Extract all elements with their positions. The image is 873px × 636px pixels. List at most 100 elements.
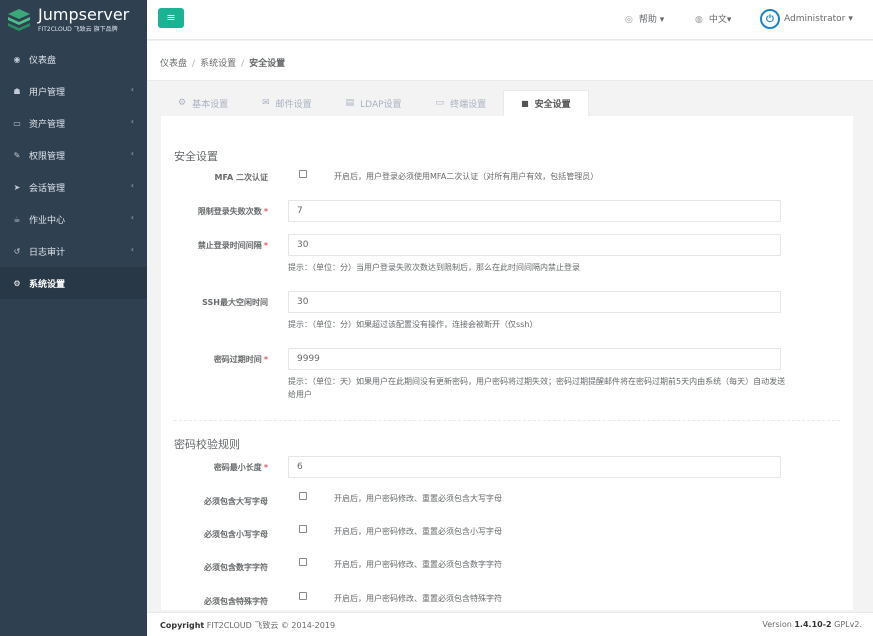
number-label: 必须包含数字字符 (204, 563, 268, 572)
pwd-expire-label: 密码过期时间 * (213, 355, 268, 364)
number-help-text: 开启后，用户密码修改、重置必须包含数字字符 (334, 560, 502, 569)
ssh-idle-label: SSH最大空闲时间 (202, 298, 268, 307)
language-menu[interactable]: ◍ 中文▾ (695, 12, 731, 25)
topbar: ≡ ◎ 帮助 ▾ ◍ 中文▾ ⏻ Administrator ▾ (147, 0, 873, 40)
version-info: Version 1.4.10-2 GPLv2. (762, 620, 862, 629)
number-checkbox[interactable] (299, 558, 307, 566)
breadcrumb-item-current: 安全设置 (249, 59, 286, 69)
section-divider (174, 420, 840, 421)
breadcrumb: 仪表盘 / 系统设置 / 安全设置 (147, 41, 873, 81)
tab-security[interactable]: ■ 安全设置 (503, 90, 589, 116)
database-icon: ▤ (345, 98, 355, 108)
settings-tabs: ⚙ 基本设置 ✉ 邮件设置 ▤ LDAP设置 ▭ 终端设置 ■ 安全设置 (161, 90, 853, 116)
sidebar-item-label: 权限管理 (29, 151, 66, 162)
mfa-label: MFA 二次认证 (214, 173, 268, 182)
special-label: 必须包含特殊字符 (204, 597, 268, 606)
life-ring-icon: ◎ (625, 15, 633, 25)
users-icon: ☗ (13, 86, 21, 96)
caret-down-icon: ▾ (659, 15, 665, 25)
sidebar-item-label: 日志审计 (29, 247, 66, 258)
tab-label: LDAP设置 (360, 99, 402, 110)
hdd-icon: ▭ (435, 98, 445, 108)
lower-label: 必须包含小写字母 (204, 530, 268, 539)
sidebar-item-audit[interactable]: ↺ 日志审计 ‹ (0, 235, 147, 267)
copyright: Copyright FIT2CLOUD 飞致云 © 2014-2019 (160, 621, 336, 630)
pwd-expire-help: 提示：（单位：天）如果用户在此期间没有更新密码，用户密码将过期失效；密码过期提醒… (288, 377, 786, 399)
lock-icon: ■ (521, 99, 529, 108)
chevron-left-icon: ‹ (130, 85, 134, 94)
sidebar-item-assets[interactable]: ▭ 资产管理 ‹ (0, 107, 147, 139)
login-interval-help: 提示：（单位：分）当用户登录失败次数达到限制后，那么在此时间间隔内禁止登录 (288, 263, 580, 272)
tab-terminal[interactable]: ▭ 终端设置 (419, 90, 504, 116)
tab-label: 终端设置 (450, 99, 487, 110)
edit-icon: ✎ (13, 150, 21, 160)
tab-label: 安全设置 (534, 100, 571, 110)
sidebar-item-label: 系统设置 (29, 279, 66, 290)
ssh-idle-help: 提示：（单位：分）如果超过该配置没有操作，连接会被断开（仅ssh） (288, 320, 538, 329)
login-interval-label: 禁止登录时间间隔 * (197, 241, 268, 250)
login-limit-input[interactable] (288, 200, 781, 222)
ssh-idle-input[interactable] (288, 291, 781, 313)
brand-name: Jumpserver (38, 5, 130, 24)
sidebar-item-label: 会话管理 (29, 183, 66, 194)
login-limit-label: 限制登录失败次数 * (197, 207, 268, 216)
sidebar-item-jobs[interactable]: ☕ 作业中心 ‹ (0, 203, 147, 235)
section-title-security: 安全设置 (174, 150, 218, 163)
breadcrumb-item-settings[interactable]: 系统设置 (200, 59, 236, 69)
upper-checkbox[interactable] (299, 492, 307, 500)
chevron-left-icon: ‹ (130, 117, 134, 126)
lower-help-text: 开启后，用户密码修改、重置必须包含小写字母 (334, 527, 502, 536)
special-checkbox[interactable] (299, 592, 307, 600)
min-length-label: 密码最小长度 * (213, 463, 268, 472)
sidebar-item-settings[interactable]: ⚙ 系统设置 (0, 267, 147, 299)
globe-icon: ◍ (695, 15, 703, 25)
security-settings-form: 安全设置 MFA 二次认证 开启后，用户登录必须使用MFA二次认证（对所有用户有… (161, 116, 853, 610)
breadcrumb-item-dashboard[interactable]: 仪表盘 (160, 59, 187, 69)
tab-label: 基本设置 (192, 99, 229, 110)
chevron-left-icon: ‹ (130, 149, 134, 158)
mfa-help-text: 开启后，用户登录必须使用MFA二次认证（对所有用户有效，包括管理员） (334, 172, 599, 181)
sidebar: Jumpserver FIT2CLOUD 飞致云 旗下品牌 ◉ 仪表盘 ☗ 用户… (0, 0, 147, 636)
login-interval-input[interactable] (288, 234, 781, 256)
tab-email[interactable]: ✉ 邮件设置 (245, 90, 329, 116)
tab-ldap[interactable]: ▤ LDAP设置 (329, 90, 419, 116)
rocket-icon: ➤ (13, 182, 21, 192)
gears-icon: ⚙ (13, 278, 21, 288)
brand-subtitle: FIT2CLOUD 飞致云 旗下品牌 (38, 26, 118, 33)
caret-down-icon: ▾ (726, 15, 732, 25)
footer: Copyright FIT2CLOUD 飞致云 © 2014-2019 Vers… (147, 612, 873, 636)
language-label: 中文 (708, 15, 727, 25)
special-help-text: 开启后，用户密码修改、重置必须包含特殊字符 (334, 594, 502, 603)
min-length-input[interactable] (288, 456, 781, 478)
menu-toggle-button[interactable]: ≡ (158, 8, 184, 28)
sidebar-item-dashboard[interactable]: ◉ 仪表盘 (0, 43, 147, 75)
envelope-icon: ✉ (262, 98, 270, 108)
chevron-left-icon: ‹ (130, 181, 134, 190)
power-icon: ⏻ (760, 9, 780, 29)
sidebar-item-label: 资产管理 (29, 119, 66, 130)
user-menu[interactable]: ⏻ Administrator ▾ (760, 9, 853, 29)
pwd-expire-input[interactable] (288, 348, 781, 370)
history-icon: ↺ (13, 246, 21, 256)
upper-label: 必须包含大写字母 (204, 497, 268, 506)
sidebar-item-label: 作业中心 (29, 215, 66, 226)
mfa-checkbox[interactable] (299, 170, 307, 178)
cubes-icon: ⚙ (178, 98, 187, 108)
sidebar-nav: ◉ 仪表盘 ☗ 用户管理 ‹ ▭ 资产管理 ‹ ✎ 权限管理 ‹ ➤ 会话管理 … (0, 43, 147, 299)
sidebar-item-users[interactable]: ☗ 用户管理 ‹ (0, 75, 147, 107)
help-menu[interactable]: ◎ 帮助 ▾ (625, 12, 664, 25)
brand[interactable]: Jumpserver FIT2CLOUD 飞致云 旗下品牌 (0, 0, 147, 40)
inbox-icon: ▭ (13, 118, 21, 128)
sidebar-item-label: 用户管理 (29, 87, 66, 98)
lower-checkbox[interactable] (299, 525, 307, 533)
tab-basic[interactable]: ⚙ 基本设置 (161, 90, 245, 116)
coffee-icon: ☕ (13, 214, 21, 224)
breadcrumb-separator: / (241, 59, 245, 69)
caret-down-icon: ▾ (848, 14, 853, 24)
upper-help-text: 开启后，用户密码修改、重置必须包含大写字母 (334, 494, 502, 503)
jumpserver-logo-icon (8, 9, 30, 31)
sidebar-item-permissions[interactable]: ✎ 权限管理 ‹ (0, 139, 147, 171)
sidebar-item-sessions[interactable]: ➤ 会话管理 ‹ (0, 171, 147, 203)
section-title-password-rules: 密码校验规则 (174, 438, 240, 451)
chevron-left-icon: ‹ (130, 213, 134, 222)
